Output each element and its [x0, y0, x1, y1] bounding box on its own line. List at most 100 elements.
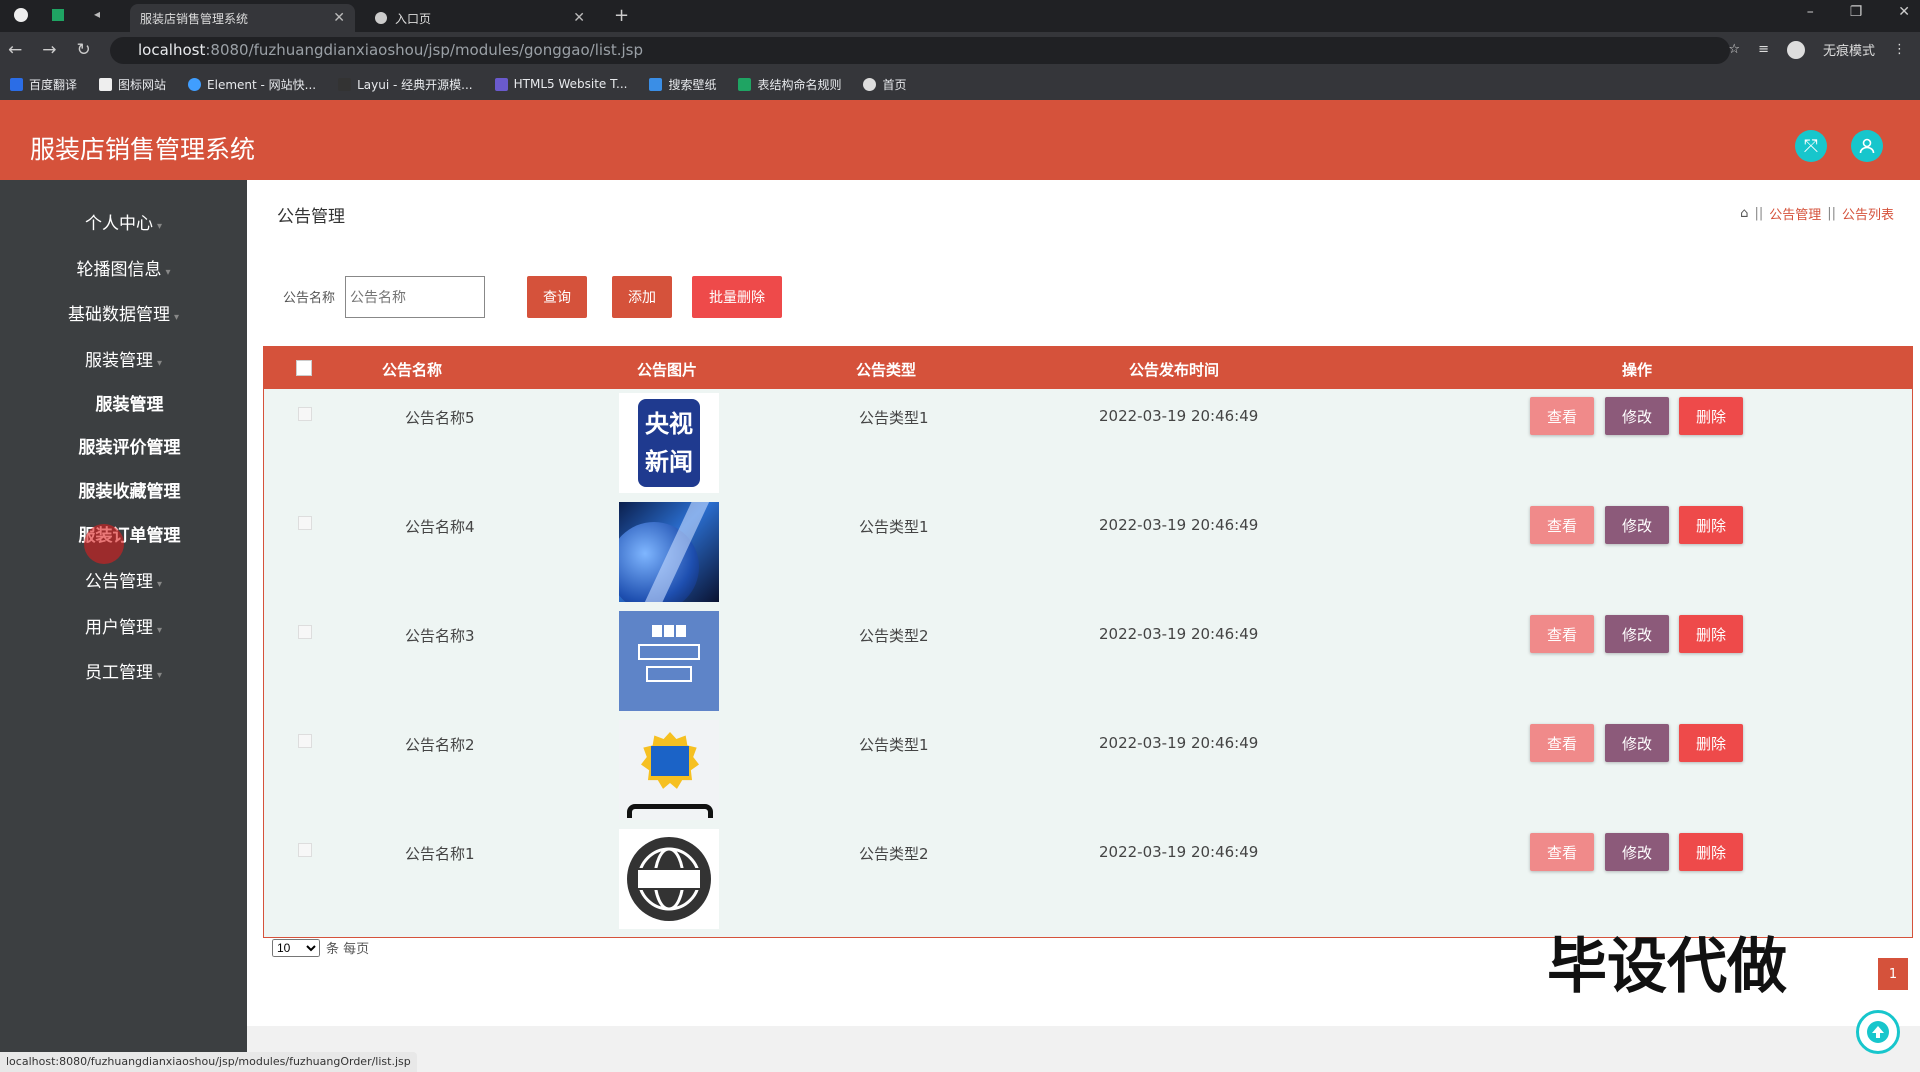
- bookmark-item[interactable]: 首页: [863, 76, 907, 93]
- sidebar-subitem-review[interactable]: 服装评价管理: [6, 434, 253, 462]
- notice-type: 公告类型1: [859, 518, 929, 536]
- tab-active[interactable]: 服装店销售管理系统 ✕: [130, 4, 355, 32]
- browser-tab-bar: ◂ 服装店销售管理系统 ✕ 入口页 ✕ + – ❐ ✕: [0, 0, 1920, 32]
- row-checkbox[interactable]: [298, 516, 312, 530]
- edit-button[interactable]: 修改: [1605, 506, 1669, 544]
- bookmark-item[interactable]: 图标网站: [99, 76, 166, 93]
- notice-name: 公告名称4: [405, 518, 475, 536]
- breadcrumb-item[interactable]: 公告管理: [1769, 204, 1821, 223]
- flag-icon: [99, 77, 113, 91]
- view-button[interactable]: 查看: [1530, 724, 1594, 762]
- forward-icon[interactable]: →: [42, 40, 56, 60]
- notice-table: 公告名称 公告图片 公告类型 公告发布时间 操作 公告名称5 央视 新闻 公告类型…: [263, 346, 1913, 938]
- bookmark-item[interactable]: 百度翻译: [10, 76, 77, 93]
- home-icon[interactable]: ⌂: [1740, 206, 1748, 221]
- edit-button[interactable]: 修改: [1605, 397, 1669, 435]
- sheet-icon: [52, 9, 64, 21]
- edit-button[interactable]: 修改: [1605, 724, 1669, 762]
- notice-name: 公告名称2: [405, 736, 475, 754]
- column-header: 公告类型: [856, 361, 917, 379]
- sidebar-subitem-orders[interactable]: 服装订单管理: [6, 522, 253, 550]
- breadcrumb-item: 公告列表: [1841, 208, 1894, 223]
- query-button[interactable]: 查询: [527, 276, 587, 318]
- row-checkbox[interactable]: [298, 843, 312, 857]
- notice-type: 公告类型2: [859, 845, 929, 863]
- search-input[interactable]: [345, 276, 485, 318]
- app-header: 服装店销售管理系统 ⤧: [0, 100, 1920, 180]
- delete-button[interactable]: 删除: [1679, 724, 1743, 762]
- bookmark-item[interactable]: 搜索壁纸: [649, 76, 716, 93]
- sidebar-item-staff[interactable]: 员工管理 ▾: [0, 659, 247, 687]
- breadcrumb: ⌂ || 公告管理 || 公告列表: [1740, 204, 1894, 223]
- view-button[interactable]: 查看: [1530, 506, 1594, 544]
- view-button[interactable]: 查看: [1530, 397, 1594, 435]
- element-icon: [188, 77, 202, 91]
- fullscreen-icon[interactable]: ⤧: [1795, 130, 1827, 162]
- url-field[interactable]: localhost:8080/fuzhuangdianxiaoshou/jsp/…: [110, 37, 1730, 64]
- bookmark-item[interactable]: Layui - 经典开源模...: [338, 76, 473, 93]
- chevron-down-icon: ▾: [156, 358, 163, 369]
- back-icon[interactable]: ←: [8, 40, 22, 60]
- select-all-checkbox[interactable]: [296, 360, 312, 376]
- wallpaper-icon: [649, 77, 663, 91]
- url-path: :8080/fuzhuangdianxiaoshou/jsp/modules/g…: [205, 41, 643, 59]
- minimize-icon[interactable]: –: [1807, 4, 1814, 20]
- new-tab-icon[interactable]: +: [614, 5, 629, 26]
- row-checkbox[interactable]: [298, 407, 312, 421]
- browser-actions: ☆ ≡ 无痕模式 ⋮: [1728, 40, 1906, 59]
- column-header: 公告名称: [382, 361, 443, 379]
- bookmark-item[interactable]: 表结构命名规则: [738, 76, 841, 93]
- chevron-down-icon: ▾: [156, 221, 163, 232]
- table-row: 公告名称3 公告类型2 2022-03-19 20:46:49 查看 修改 删除: [264, 607, 1912, 716]
- bookmark-item[interactable]: Element - 网站快...: [188, 76, 316, 93]
- bookmark-item[interactable]: HTML5 Website T...: [494, 77, 627, 91]
- restore-icon[interactable]: ❐: [1850, 4, 1863, 20]
- table-row: 公告名称2 公告类型1 2022-03-19 20:46:49 查看 修改 删除: [264, 716, 1912, 825]
- sidebar-subitem-favorites[interactable]: 服装收藏管理: [6, 478, 253, 506]
- delete-button[interactable]: 删除: [1679, 615, 1743, 653]
- star-icon[interactable]: ☆: [1728, 42, 1740, 57]
- window-controls: – ❐ ✕: [1807, 4, 1910, 20]
- tab-entry[interactable]: 入口页 ✕: [365, 4, 595, 32]
- row-checkbox[interactable]: [298, 734, 312, 748]
- sheet-icon: [738, 77, 752, 91]
- incognito-icon: [1786, 40, 1805, 59]
- sidebar-item-carousel[interactable]: 轮播图信息 ▾: [0, 256, 247, 284]
- row-checkbox[interactable]: [298, 625, 312, 639]
- close-icon[interactable]: ✕: [573, 10, 585, 26]
- menu-icon[interactable]: ⋮: [1893, 42, 1906, 57]
- add-button[interactable]: 添加: [612, 276, 672, 318]
- translate-icon: [10, 77, 23, 91]
- delete-button[interactable]: 删除: [1679, 397, 1743, 435]
- sidebar-subitem-clothing[interactable]: 服装管理: [6, 391, 253, 419]
- notice-time: 2022-03-19 20:46:49: [1099, 734, 1259, 752]
- close-window-icon[interactable]: ✕: [1898, 4, 1910, 20]
- page-title: 公告管理: [277, 207, 345, 227]
- reading-list-icon[interactable]: ≡: [1758, 42, 1769, 57]
- sidebar-item-basic-data[interactable]: 基础数据管理 ▾: [0, 301, 247, 329]
- view-button[interactable]: 查看: [1530, 833, 1594, 871]
- sidebar-item-profile[interactable]: 个人中心 ▾: [0, 210, 247, 238]
- page-number-button[interactable]: 1: [1878, 958, 1908, 990]
- user-icon[interactable]: [1851, 130, 1883, 162]
- edit-button[interactable]: 修改: [1605, 833, 1669, 871]
- news-globe-icon: [619, 829, 719, 929]
- globe-icon: [375, 12, 387, 24]
- baodian-news-logo: [619, 720, 719, 820]
- batch-delete-button[interactable]: 批量删除: [692, 276, 782, 318]
- sidebar-item-notice[interactable]: 公告管理 ▾: [0, 568, 247, 596]
- scroll-top-icon[interactable]: [1856, 1010, 1900, 1054]
- sidebar: 个人中心 ▾ 轮播图信息 ▾ 基础数据管理 ▾ 服装管理 ▾ 服装管理 服装评价管理 服…: [0, 180, 247, 1072]
- notice-time: 2022-03-19 20:46:49: [1099, 625, 1259, 643]
- page-size-select[interactable]: 10: [272, 938, 320, 957]
- reload-icon[interactable]: ↻: [77, 40, 91, 60]
- sidebar-item-users[interactable]: 用户管理 ▾: [0, 614, 247, 642]
- sidebar-item-clothing[interactable]: 服装管理 ▾: [0, 347, 247, 375]
- edit-button[interactable]: 修改: [1605, 615, 1669, 653]
- notice-type: 公告类型1: [859, 409, 929, 427]
- close-icon[interactable]: ✕: [333, 10, 345, 26]
- view-button[interactable]: 查看: [1530, 615, 1594, 653]
- delete-button[interactable]: 删除: [1679, 833, 1743, 871]
- delete-button[interactable]: 删除: [1679, 506, 1743, 544]
- chevron-down-icon: ▾: [156, 670, 163, 681]
